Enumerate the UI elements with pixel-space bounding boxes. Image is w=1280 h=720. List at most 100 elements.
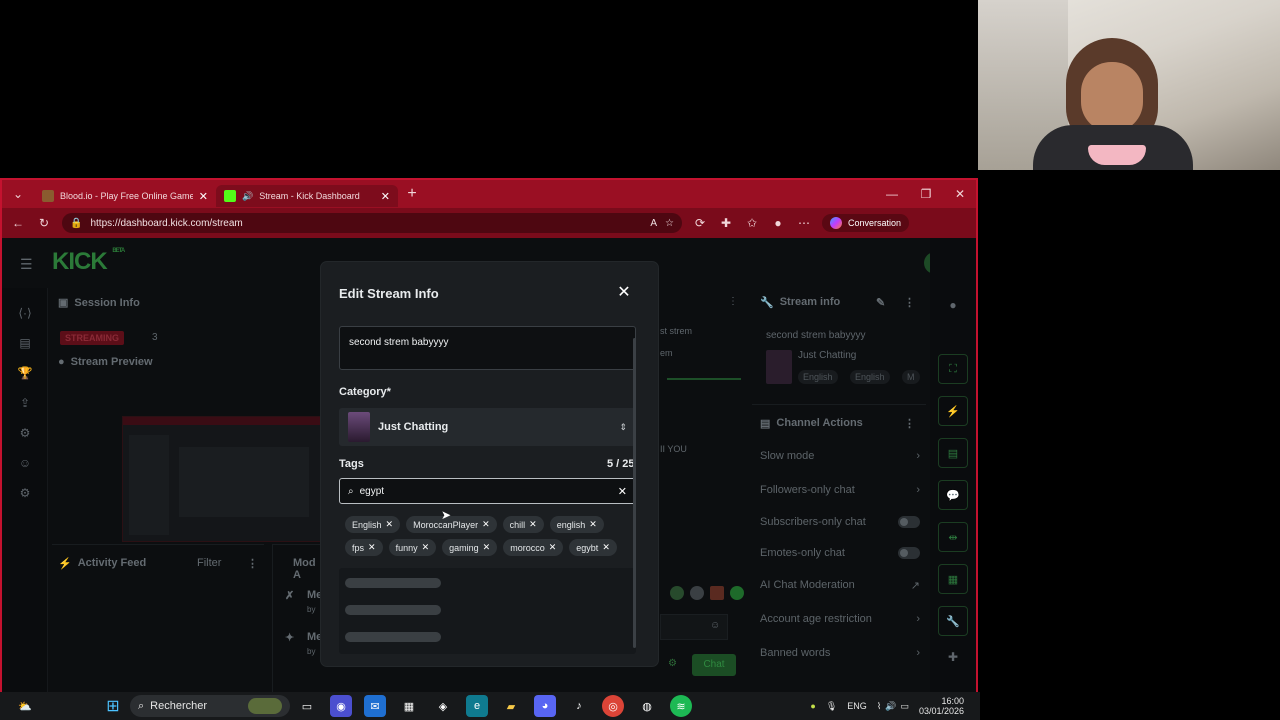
tag-remove-icon[interactable]: ✕: [602, 542, 610, 553]
url-field[interactable]: 🔒 https://dashboard.kick.com/stream A ☆: [62, 213, 682, 233]
tab-close-icon[interactable]: ✕: [381, 190, 390, 203]
tag-chip[interactable]: MoroccanPlayer ✕: [406, 516, 497, 533]
channel-actions-more-icon[interactable]: ⋮: [904, 417, 915, 430]
tiktok-icon[interactable]: ♪: [568, 695, 590, 717]
banned-words-row[interactable]: Banned words ›: [760, 636, 920, 670]
modal-close-icon[interactable]: ✕: [615, 282, 633, 302]
task-view-icon[interactable]: ▭: [296, 695, 318, 717]
quick-action-list-icon[interactable]: ▤: [938, 438, 968, 468]
mail-app-icon[interactable]: ✉: [364, 695, 386, 717]
nav-users-icon[interactable]: ☺: [2, 456, 48, 470]
quick-action-puzzle-icon[interactable]: ✚: [930, 650, 976, 664]
profile-avatar-icon[interactable]: ●: [770, 216, 786, 230]
nav-dashboard-icon[interactable]: ▤: [2, 336, 48, 350]
edit-pencil-icon[interactable]: ✎: [876, 296, 885, 309]
kick-logo[interactable]: KICK BETA: [52, 248, 125, 276]
tag-chip[interactable]: chill ✕: [502, 516, 544, 533]
wifi-icon[interactable]: ⌇: [877, 701, 881, 712]
emote-icon[interactable]: [670, 586, 684, 600]
taskbar-clock[interactable]: 16:00 03/01/2026: [919, 696, 964, 716]
quick-action-grid-icon[interactable]: ▦: [938, 564, 968, 594]
emote-icon[interactable]: [690, 586, 704, 600]
tag-remove-icon[interactable]: ✕: [483, 542, 491, 553]
tag-remove-icon[interactable]: ✕: [529, 519, 537, 530]
copilot-conversation-button[interactable]: Conversation: [822, 214, 910, 232]
tag-remove-icon[interactable]: ✕: [589, 519, 597, 530]
microphone-icon[interactable]: 🎙: [826, 701, 837, 712]
chat-settings-icon[interactable]: ⚙: [668, 658, 677, 669]
clear-search-icon[interactable]: ✕: [618, 485, 627, 498]
calendar-app-icon[interactable]: ▦: [398, 695, 420, 717]
help-icon[interactable]: ●: [930, 298, 976, 312]
discord-icon[interactable]: ◕: [534, 695, 556, 717]
tab-blood-io[interactable]: Blood.io - Play Free Online Games! ✕: [34, 185, 216, 207]
read-aloud-icon[interactable]: A: [650, 218, 657, 229]
tag-chip[interactable]: English ✕: [345, 516, 401, 533]
tag-chip[interactable]: gaming ✕: [442, 539, 498, 556]
favorites-icon[interactable]: ✩: [744, 216, 760, 230]
minimize-icon[interactable]: —: [884, 187, 900, 201]
quick-action-wrench-icon[interactable]: 🔧: [938, 606, 968, 636]
chrome-icon[interactable]: ◎: [602, 695, 624, 717]
file-explorer-icon[interactable]: ▰: [500, 695, 522, 717]
quick-action-split-icon[interactable]: ⇹: [938, 522, 968, 552]
extensions-puzzle-icon[interactable]: ✚: [718, 216, 734, 230]
chat-send-button[interactable]: Chat: [692, 654, 736, 676]
start-windows-icon[interactable]: ⊞: [102, 695, 124, 717]
back-arrow-icon[interactable]: ←: [10, 216, 26, 230]
nav-settings-icon[interactable]: ⚙: [2, 486, 48, 500]
widgets-weather-icon[interactable]: ⛅: [14, 695, 36, 717]
tag-remove-icon[interactable]: ✕: [368, 542, 376, 553]
chat-app-icon[interactable]: ◉: [330, 695, 352, 717]
nav-tools-icon[interactable]: ⚙: [2, 426, 48, 440]
hamburger-menu-icon[interactable]: ☰: [20, 256, 33, 273]
ai-moderation-row[interactable]: AI Chat Moderation ↗: [760, 568, 920, 602]
tag-remove-icon[interactable]: ✕: [422, 542, 430, 553]
activity-filter-button[interactable]: Filter: [197, 557, 221, 569]
nav-trophy-icon[interactable]: 🏆: [2, 366, 48, 380]
tag-chip[interactable]: egybt ✕: [569, 539, 617, 556]
account-age-row[interactable]: Account age restriction ›: [760, 602, 920, 636]
new-tab-plus-icon[interactable]: +: [404, 185, 420, 203]
tab-list-chevron-icon[interactable]: ⌄: [10, 187, 26, 201]
emote-icon[interactable]: [710, 586, 724, 600]
edge-browser-icon[interactable]: e: [466, 695, 488, 717]
more-menu-icon[interactable]: ⋯: [796, 216, 812, 230]
chat-input-emoji-icon[interactable]: ☺: [710, 620, 720, 631]
tag-chip[interactable]: funny ✕: [388, 539, 437, 556]
stream-preview-video[interactable]: [122, 416, 325, 542]
chat-more-icon[interactable]: ⋮: [728, 296, 738, 307]
extension-icon[interactable]: ⟳: [692, 216, 708, 230]
emotes-only-toggle[interactable]: [898, 546, 920, 559]
slow-mode-row[interactable]: Slow mode ›: [760, 439, 920, 473]
speaker-icon[interactable]: 🔊: [242, 191, 253, 202]
tab-close-icon[interactable]: ✕: [199, 190, 208, 203]
tag-chip[interactable]: morocco ✕: [503, 539, 564, 556]
tag-remove-icon[interactable]: ✕: [549, 542, 557, 553]
modal-scrollbar[interactable]: [633, 338, 636, 648]
battery-icon[interactable]: ▭: [900, 701, 909, 712]
refresh-icon[interactable]: ↻: [36, 216, 52, 230]
store-app-icon[interactable]: ◈: [432, 695, 454, 717]
tab-kick-dashboard[interactable]: 🔊 Stream - Kick Dashboard ✕: [216, 185, 398, 207]
subscribers-only-toggle[interactable]: [898, 515, 920, 528]
steam-icon[interactable]: ◍: [636, 695, 658, 717]
activity-more-icon[interactable]: ⋮: [247, 557, 258, 570]
taskbar-search-box[interactable]: ⌕ Rechercher: [130, 695, 290, 717]
category-select[interactable]: Just Chatting ⇕: [339, 408, 636, 446]
stream-info-more-icon[interactable]: ⋮: [904, 296, 915, 309]
window-close-icon[interactable]: ✕: [952, 187, 968, 201]
tag-remove-icon[interactable]: ✕: [482, 519, 490, 530]
tag-remove-icon[interactable]: ✕: [386, 519, 394, 530]
tag-search-input[interactable]: ⌕ egypt ✕: [339, 478, 636, 504]
language-indicator[interactable]: ENG: [847, 701, 867, 711]
quick-action-fullscreen-icon[interactable]: ⛶: [938, 354, 968, 384]
stream-title-input[interactable]: second strem babyyyy: [339, 326, 636, 370]
nav-upload-icon[interactable]: ⇪: [2, 396, 48, 410]
quick-action-chat-icon[interactable]: 💬: [938, 480, 968, 510]
volume-icon[interactable]: 🔊: [885, 701, 896, 712]
tag-chip[interactable]: fps ✕: [345, 539, 383, 556]
nav-stream-icon[interactable]: ⟨·⟩: [2, 306, 48, 320]
quick-action-bolt-icon[interactable]: ⚡: [938, 396, 968, 426]
tray-app-icon[interactable]: ●: [810, 701, 815, 711]
